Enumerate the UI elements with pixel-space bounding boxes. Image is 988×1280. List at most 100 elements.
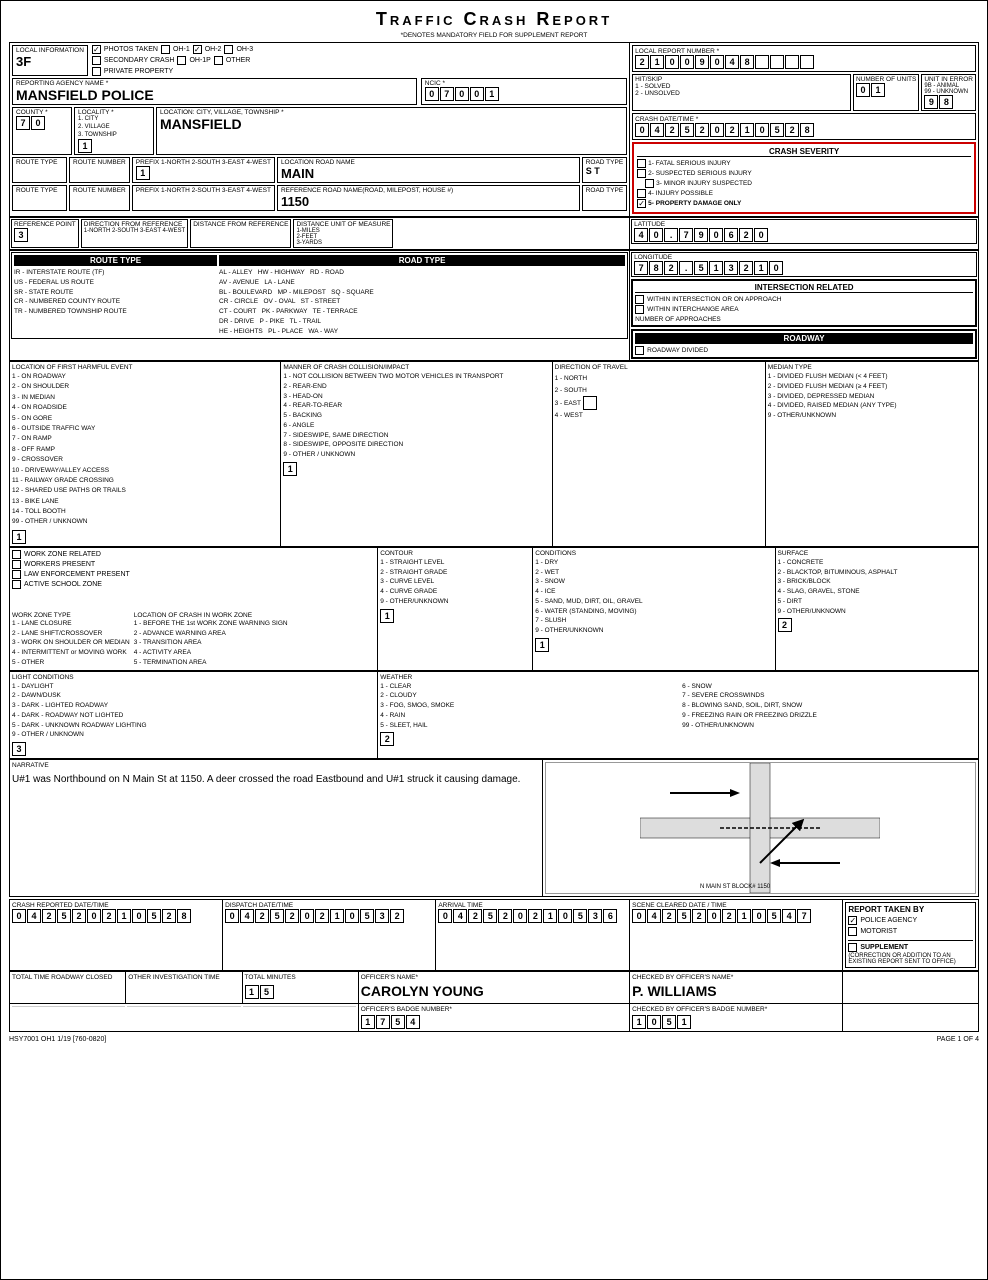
lfhe-11: 11 - RAILWAY GRADE CROSSING	[12, 476, 278, 486]
work-zone-related-checkbox[interactable]	[12, 550, 21, 559]
lfhe-8: 8 - OFF RAMP	[12, 445, 278, 455]
reference-road-value[interactable]: 1150	[281, 194, 576, 209]
cond-5: 5 - SAND, MUD, DIRT, OIL, GRAVEL	[535, 597, 772, 607]
route-ir: IR - INTERSTATE ROUTE (TF)	[14, 268, 217, 278]
surf-1: 1 - CONCRETE	[778, 558, 977, 568]
lfhe-10: 10 - DRIVEWAY/ALLEY ACCESS	[12, 466, 278, 476]
checked-by-badge-label: CHECKED BY OFFICER'S BADGE NUMBER*	[632, 1006, 840, 1013]
officer-name-value: CAROLYN YOUNG	[361, 983, 627, 999]
moc-8: 8 - SIDESWIPE, OPPOSITE DIRECTION	[283, 440, 549, 450]
longitude-digits: 782.513210	[634, 261, 974, 275]
private-property-checkbox[interactable]	[92, 67, 101, 76]
route-type-section-label: ROUTE TYPE	[14, 255, 217, 266]
total-minutes-digit1: 1	[245, 985, 259, 999]
oh1-label: OH-1	[173, 46, 190, 53]
manner-of-crash-label: MANNER OF CRASH COLLISION/IMPACT	[283, 364, 549, 371]
moc-value: 1	[283, 462, 297, 476]
reporting-agency-value[interactable]: MANSFIELD POLICE	[16, 87, 413, 103]
photos-taken-checkbox[interactable]	[92, 45, 101, 54]
cond-9: 9 - OTHER/UNKNOWN	[535, 626, 772, 636]
cond-1: 1 - DRY	[535, 558, 772, 568]
arrival-time-digits: 042520210536	[438, 909, 627, 923]
supplement-checkbox[interactable]	[848, 943, 857, 952]
active-school-zone-label: ACTIVE SCHOOL ZONE	[24, 581, 102, 588]
lfhe-2: 2 - ON SHOULDER	[12, 382, 278, 392]
checked-badge-d4: 1	[677, 1015, 691, 1029]
sev2-label: 2- SUSPECTED SERIOUS INJURY	[648, 170, 752, 177]
oh1p-checkbox[interactable]	[177, 56, 186, 65]
direction-of-travel-label: DIRECTION OF TRAVEL	[555, 364, 763, 371]
local-info-value: 3F	[16, 54, 84, 69]
route-type2-label: ROUTE TYPE	[16, 187, 63, 194]
narrative-label: NARRATIVE	[12, 762, 540, 769]
secondary-crash-label: SECONDARY CRASH	[104, 57, 175, 64]
checked-by-officer-name-value: P. WILLIAMS	[632, 983, 840, 999]
cond-4: 4 - ICE	[535, 587, 772, 597]
badge-d1: 1	[361, 1015, 375, 1029]
wzt-5: 5 - OTHER	[12, 658, 130, 668]
report-title: Traffic Crash Report	[9, 9, 979, 30]
longitude-label: LONGITUDE	[634, 254, 974, 261]
secondary-crash-checkbox[interactable]	[92, 56, 101, 65]
unit-in-error-label: UNIT IN ERROR	[924, 76, 973, 83]
other-checkbox[interactable]	[214, 56, 223, 65]
other-label: OTHER	[226, 57, 251, 64]
motorist-checkbox[interactable]	[848, 927, 857, 936]
w-5: 5 - SLEET, HAIL	[380, 721, 674, 731]
sev5-label: 5- PROPERTY DAMAGE ONLY	[648, 200, 741, 207]
oh1-checkbox[interactable]	[161, 45, 170, 54]
narrative-text: U#1 was Northbound on N Main St at 1150.…	[12, 772, 540, 832]
crash-reported-datetime-digits: 042520210528	[12, 909, 220, 923]
mt-9: 9 - OTHER/UNKNOWN	[768, 411, 976, 421]
roadway-divided-label: ROADWAY DIVIDED	[647, 347, 708, 354]
lc-2: 2 - DAWN/DUSK	[12, 691, 375, 701]
law-enforcement-checkbox[interactable]	[12, 570, 21, 579]
latitude-digits: 40.790620	[634, 228, 974, 242]
dispatch-datetime-digits: 042520210532	[225, 909, 433, 923]
sev5-checkbox[interactable]	[637, 199, 646, 208]
police-agency-checkbox[interactable]	[848, 916, 857, 925]
crash-datetime-label: CRASH DATE/TIME *	[635, 116, 973, 123]
route-tr: TR - NUMBERED TOWNSHIP ROUTE	[14, 307, 217, 317]
mt-4: 4 - DIVIDED, RAISED MEDIAN (ANY TYPE)	[768, 401, 976, 411]
scene-cleared-digits: 042520210547	[632, 909, 840, 923]
oh2-checkbox[interactable]	[193, 45, 202, 54]
page-number: PAGE 1 OF 4	[937, 1036, 979, 1043]
lc-4: 4 - DARK - ROADWAY NOT LIGHTED	[12, 711, 375, 721]
checked-badge-d1: 1	[632, 1015, 646, 1029]
road-av: AV - AVENUE LA - LANE	[219, 278, 625, 288]
active-school-zone-checkbox[interactable]	[12, 580, 21, 589]
cond-7: 7 - SLUSH	[535, 616, 772, 626]
within-interchange-checkbox[interactable]	[635, 305, 644, 314]
sev3-checkbox[interactable]	[645, 179, 654, 188]
prefix1-value: 1	[136, 166, 271, 180]
w-99: 99 - OTHER/UNKNOWN	[682, 721, 976, 731]
sev1-checkbox[interactable]	[637, 159, 646, 168]
conditions-label: CONDITIONS	[535, 550, 772, 557]
work-zone-type-label: WORK ZONE TYPE	[12, 612, 130, 619]
surf-4: 4 - SLAG, GRAVEL, STONE	[778, 587, 977, 597]
local-info-label: LOCAL INFORMATION	[16, 47, 84, 54]
lwz-5: 5 - TERMINATION AREA	[134, 658, 288, 668]
location-road-value[interactable]: MAIN	[281, 166, 576, 181]
moc-3: 3 - HEAD-ON	[283, 392, 549, 402]
lfhe-13: 13 - BIKE LANE	[12, 497, 278, 507]
ncic-label: NCIC *	[425, 80, 623, 87]
roadway-divided-checkbox[interactable]	[635, 346, 644, 355]
checked-badge-d2: 0	[647, 1015, 661, 1029]
lwz-1: 1 - BEFORE THE 1st WORK ZONE WARNING SIG…	[134, 619, 288, 629]
sev2-checkbox[interactable]	[637, 169, 646, 178]
prefix2-label: PREFIX 1-NORTH 2-SOUTH 3-EAST 4-WEST	[136, 187, 271, 194]
w-4: 4 - RAIN	[380, 711, 674, 721]
oh3-checkbox[interactable]	[224, 45, 233, 54]
surface-label: SURFACE	[778, 550, 977, 557]
workers-present-checkbox[interactable]	[12, 560, 21, 569]
moc-7: 7 - SIDESWIPE, SAME DIRECTION	[283, 431, 549, 441]
sev4-checkbox[interactable]	[637, 189, 646, 198]
within-intersection-checkbox[interactable]	[635, 295, 644, 304]
dot-3: 3 - EAST	[555, 396, 763, 410]
location-value[interactable]: MANSFIELD	[160, 116, 623, 132]
location-work-zone-label: LOCATION OF CRASH IN WORK ZONE	[134, 612, 288, 619]
cond-6: 6 - WATER (STANDING, MOVING)	[535, 607, 772, 617]
police-agency-label: POLICE AGENCY	[860, 917, 917, 924]
